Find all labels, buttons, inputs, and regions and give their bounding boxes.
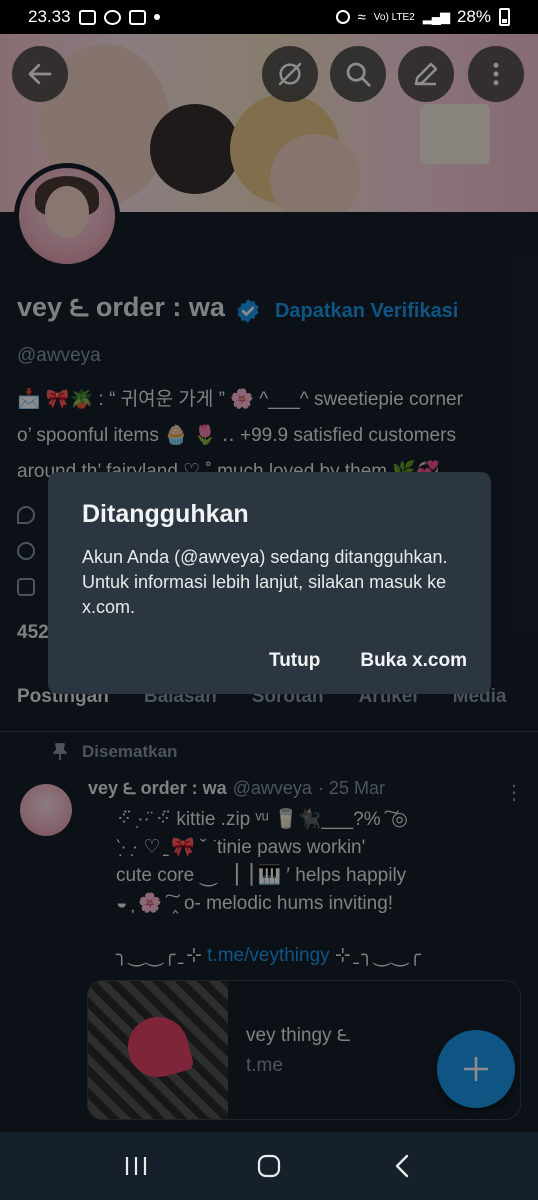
- dialog-actions: Tutup Buka x.com: [269, 650, 467, 672]
- signal-icon: ▂▄▆: [422, 9, 450, 24]
- whatsapp-icon: [103, 9, 121, 25]
- wifi-icon: ≈: [357, 8, 366, 26]
- back-nav-button[interactable]: [388, 1152, 416, 1180]
- instagram-icon: [128, 9, 146, 25]
- dialog-title: Ditangguhkan: [82, 500, 249, 528]
- battery-percent: 28%: [456, 7, 491, 26]
- notification-dot-icon: [153, 14, 160, 20]
- system-nav-bar: [0, 1132, 538, 1200]
- home-icon: [257, 1154, 281, 1178]
- suspended-dialog: Ditangguhkan Akun Anda (@awveya) sedang …: [48, 472, 491, 694]
- home-button[interactable]: [255, 1152, 283, 1180]
- status-time: 23.33: [28, 7, 71, 26]
- alarm-icon: [335, 10, 350, 24]
- close-button[interactable]: Tutup: [269, 650, 320, 672]
- status-bar: 23.33 ≈ Vo) LTE2 ▂▄▆ 28%: [0, 0, 538, 34]
- open-xcom-button[interactable]: Buka x.com: [360, 650, 467, 672]
- recent-apps-button[interactable]: [122, 1152, 150, 1180]
- network-label: Vo) LTE2: [373, 11, 415, 23]
- battery-icon: [499, 8, 510, 26]
- chevron-left-icon: [395, 1154, 408, 1178]
- gallery-icon: [78, 9, 96, 25]
- recent-apps-icon: [126, 1157, 147, 1175]
- dialog-message: Akun Anda (@awveya) sedang ditangguhkan.…: [82, 547, 448, 617]
